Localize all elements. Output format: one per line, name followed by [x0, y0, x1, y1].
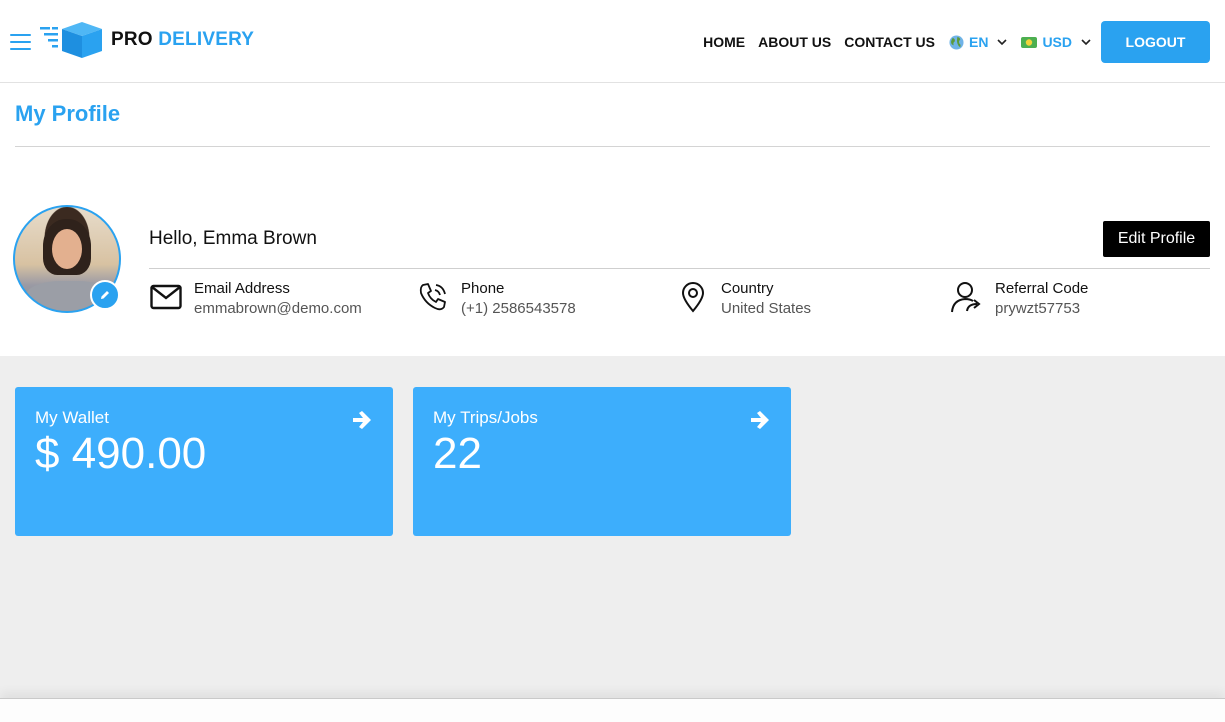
info-email: Email Address emmabrown@demo.com — [149, 280, 362, 320]
logout-button[interactable]: LOGOUT — [1101, 21, 1210, 63]
info-label: Phone — [461, 280, 505, 297]
info-value: (+1) 2586543578 — [461, 300, 576, 317]
delivery-box-icon — [40, 22, 102, 58]
info-value: prywzt57753 — [995, 300, 1081, 317]
footer — [0, 698, 1225, 722]
currency-dropdown[interactable]: USD — [1021, 34, 1091, 50]
banknote-icon — [1021, 36, 1038, 48]
info-label: Country — [721, 280, 774, 297]
main-nav: HOME ABOUT US CONTACT US EN USD LOGOUT — [703, 21, 1210, 63]
wallet-card[interactable]: My Wallet $ 490.00 — [15, 387, 393, 536]
user-share-icon — [951, 282, 981, 313]
envelope-icon — [150, 284, 182, 310]
info-label: Email Address — [194, 280, 290, 297]
info-phone: Phone (+1) 2586543578 — [416, 280, 576, 320]
card-title: My Wallet — [35, 408, 109, 427]
pencil-icon — [101, 291, 109, 299]
language-dropdown[interactable]: EN — [949, 34, 1008, 50]
trips-jobs-card[interactable]: My Trips/Jobs 22 — [413, 387, 791, 536]
arrow-right-icon[interactable] — [351, 409, 373, 431]
wallet-balance: $ 490.00 — [35, 429, 207, 478]
menu-hamburger-icon[interactable] — [10, 34, 31, 50]
language-value: EN — [968, 34, 989, 50]
brand-logo[interactable]: PRO DELIVERY — [40, 21, 254, 59]
info-value: United States — [721, 300, 812, 317]
chevron-down-icon — [997, 38, 1008, 45]
info-label: Referral Code — [995, 280, 1089, 297]
title-divider — [15, 146, 1210, 147]
phone-icon — [419, 283, 446, 311]
nav-home[interactable]: HOME — [703, 34, 745, 50]
card-title: My Trips/Jobs — [433, 408, 538, 427]
top-navbar: PRO DELIVERY HOME ABOUT US CONTACT US EN… — [0, 0, 1225, 83]
edit-avatar-button[interactable] — [90, 280, 120, 310]
info-value: emmabrown@demo.com — [194, 300, 362, 317]
info-country: Country United States — [676, 280, 811, 320]
brand-name: PRO DELIVERY — [111, 29, 255, 50]
location-pin-icon — [681, 282, 705, 313]
edit-profile-button[interactable]: Edit Profile — [1103, 221, 1210, 257]
arrow-right-icon[interactable] — [749, 409, 771, 431]
trips-count: 22 — [433, 429, 482, 478]
currency-value: USD — [1042, 34, 1072, 50]
info-referral: Referral Code prywzt57753 — [950, 280, 1088, 320]
page-title: My Profile — [15, 101, 121, 126]
profile-greeting: Hello, Emma Brown — [149, 228, 317, 249]
nav-about-us[interactable]: ABOUT US — [758, 34, 831, 50]
nav-contact-us[interactable]: CONTACT US — [844, 34, 935, 50]
globe-icon — [949, 34, 964, 50]
chevron-down-icon — [1081, 38, 1091, 45]
profile-divider — [149, 268, 1210, 269]
